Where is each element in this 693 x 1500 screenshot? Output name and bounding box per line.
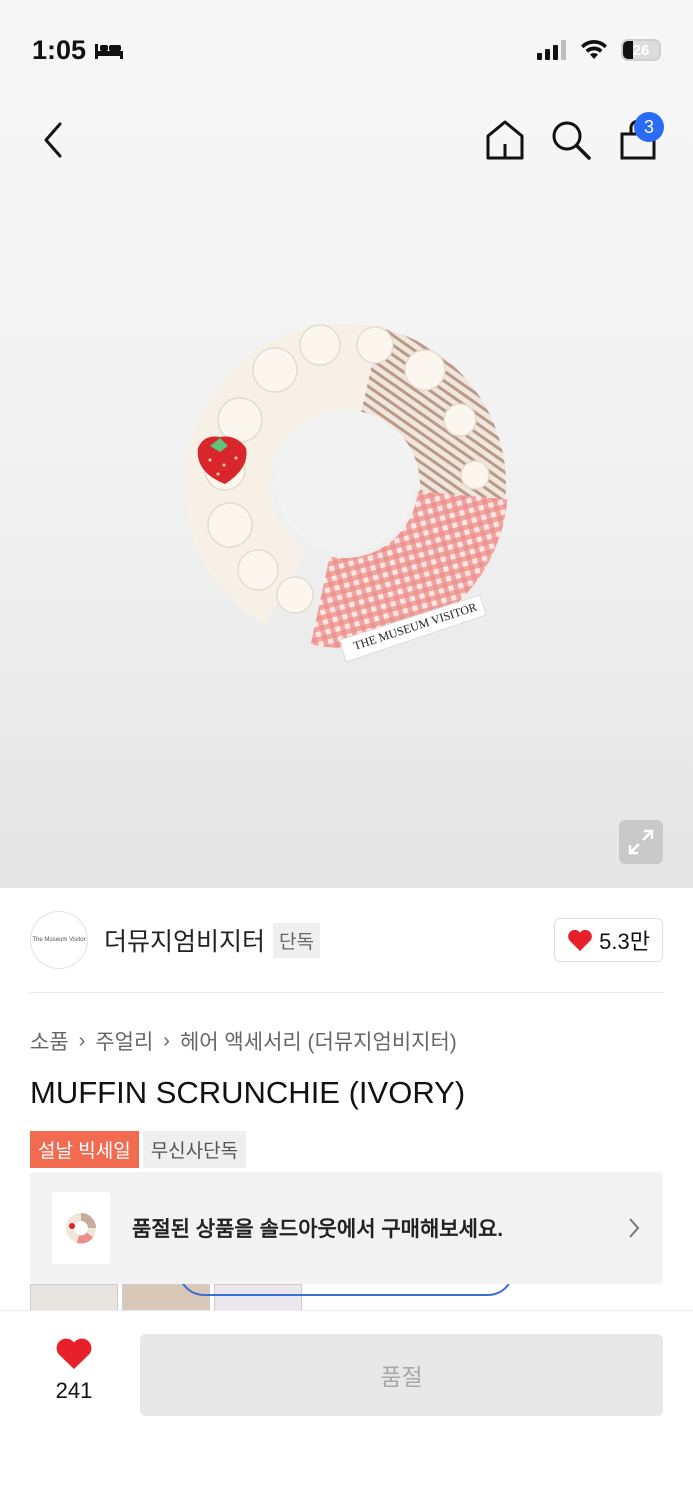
cart-button[interactable]: 3 [616, 112, 664, 162]
soldout-banner-text: 품절된 상품을 솔드아웃에서 구매해보세요. [132, 1218, 504, 1241]
thumbnail[interactable] [30, 1284, 118, 1312]
bottom-action-bar: 241 품절 [0, 1310, 693, 1500]
heart-icon [568, 929, 593, 951]
sleep-bed-icon [95, 44, 124, 59]
brand-row: The Museum Visitor 더뮤지엄비지터 단독 5.3만 [30, 910, 663, 970]
cart-count-badge: 3 [634, 112, 664, 142]
home-icon[interactable] [484, 118, 526, 162]
divider [30, 992, 663, 993]
battery-icon: 26 [621, 39, 661, 61]
scrunchie-thumbnail-icon [66, 1213, 96, 1244]
wifi-icon [581, 39, 607, 59]
back-arrow-icon[interactable] [36, 118, 72, 162]
brand-like-button[interactable]: 5.3만 [554, 918, 663, 962]
brand-like-count: 5.3만 [599, 929, 650, 954]
breadcrumb-item-2[interactable]: 헤어 액세서리 (더뮤지엄비지터) [180, 1026, 457, 1056]
breadcrumb-item-0[interactable]: 소품 [30, 1026, 69, 1056]
brand-logo-text: The Museum Visitor [32, 937, 86, 943]
sold-out-button[interactable]: 품절 [140, 1334, 663, 1416]
product-image[interactable]: THE MUSEUM VISITOR [180, 300, 510, 680]
search-icon[interactable] [549, 118, 593, 162]
soldout-banner[interactable]: 품절된 상품을 솔드아웃에서 구매해보세요. [30, 1172, 663, 1284]
exclusive-badge: 무신사단독 [142, 1131, 247, 1168]
cellular-signal-icon [537, 40, 566, 60]
status-time: 1:05 [32, 35, 124, 66]
status-time-text: 1:05 [32, 34, 87, 65]
status-bar: 1:05 26 [0, 0, 693, 100]
heart-icon [56, 1338, 92, 1369]
banner-thumbnail [52, 1192, 110, 1264]
exclusive-tag: 단독 [273, 922, 320, 958]
expand-icon [628, 829, 654, 855]
scrunchie: THE MUSEUM VISITOR [182, 322, 508, 663]
top-nav: 3 [0, 110, 693, 170]
breadcrumb: 소품 › 주얼리 › 헤어 액세서리 (더뮤지엄비지터) [30, 1026, 457, 1056]
expand-image-button[interactable] [619, 820, 663, 864]
product-title: MUFFIN SCRUNCHIE (IVORY) [30, 1075, 466, 1110]
sale-badge: 설날 빅세일 [30, 1131, 139, 1168]
chevron-right-icon [629, 1218, 640, 1238]
chevron-right-icon: › [78, 1029, 86, 1052]
chevron-right-icon: › [163, 1029, 170, 1052]
brand-logo[interactable]: The Museum Visitor [30, 911, 88, 969]
product-badges: 설날 빅세일 무신사단독 [30, 1131, 247, 1168]
wishlist-button[interactable]: 241 [44, 1337, 104, 1404]
battery-level: 26 [632, 41, 650, 59]
status-icons: 26 [537, 39, 661, 61]
brand-name[interactable]: 더뮤지엄비지터 [104, 922, 265, 958]
breadcrumb-item-1[interactable]: 주얼리 [95, 1026, 153, 1056]
wishlist-count: 241 [55, 1378, 93, 1403]
